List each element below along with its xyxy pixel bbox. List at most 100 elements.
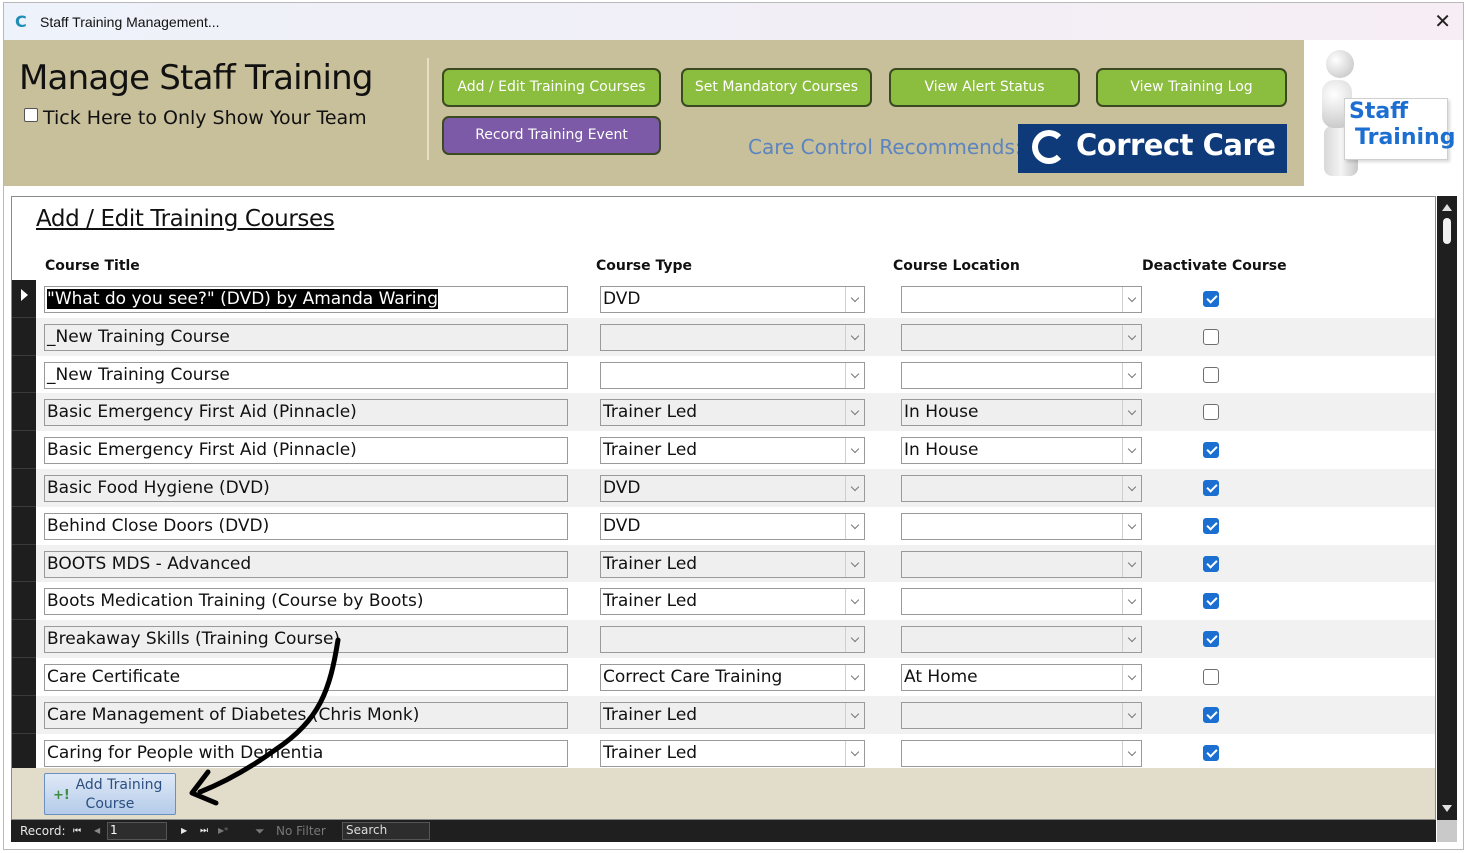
deactivate-checkbox[interactable] (1203, 291, 1219, 307)
record-selector[interactable] (12, 393, 36, 432)
course-title-field[interactable]: Breakaway Skills (Training Course) (44, 626, 568, 654)
course-location-combo[interactable] (901, 361, 1142, 389)
course-title-field[interactable]: _New Training Course (44, 323, 568, 351)
course-type-combo[interactable]: Trainer Led (600, 399, 865, 427)
record-selector[interactable] (12, 695, 36, 734)
course-type-combo[interactable]: DVD (600, 286, 865, 313)
course-title-field[interactable]: Basic Emergency First Aid (Pinnacle) (44, 437, 568, 465)
deactivate-checkbox[interactable] (1203, 404, 1219, 421)
course-type-combo[interactable]: Trainer Led (600, 701, 865, 729)
deactivate-checkbox[interactable] (1203, 631, 1219, 648)
record-selector[interactable] (12, 280, 36, 318)
course-title-field[interactable]: "What do you see?" (DVD) by Amanda Warin… (44, 286, 568, 313)
course-location-combo[interactable] (901, 739, 1142, 767)
course-title-field[interactable]: BOOTS MDS - Advanced (44, 550, 568, 578)
filter-icon[interactable]: ⏷ (255, 824, 265, 839)
search-input[interactable]: Search (342, 822, 430, 840)
chevron-down-icon[interactable] (845, 362, 864, 388)
deactivate-checkbox[interactable] (1203, 442, 1219, 459)
course-type-combo[interactable]: Trainer Led (600, 739, 865, 767)
course-type-combo[interactable]: Correct Care Training (600, 663, 865, 691)
scroll-thumb[interactable] (1443, 218, 1451, 244)
record-selector[interactable] (12, 544, 36, 583)
chevron-down-icon[interactable] (1122, 740, 1141, 766)
deactivate-checkbox[interactable] (1203, 517, 1219, 534)
close-icon[interactable]: ✕ (1434, 9, 1451, 33)
vertical-scrollbar[interactable] (1437, 196, 1457, 820)
course-type-combo[interactable] (600, 626, 865, 654)
course-location-combo[interactable] (901, 626, 1142, 654)
record-number-input[interactable]: 1 (107, 822, 167, 840)
next-record-icon[interactable]: ▶ (181, 826, 187, 835)
course-title-field[interactable]: Care Management of Diabetes (Chris Monk) (44, 701, 568, 729)
course-type-combo[interactable]: DVD (600, 474, 865, 502)
course-location-combo[interactable] (901, 550, 1142, 578)
deactivate-checkbox[interactable] (1203, 479, 1219, 496)
deactivate-checkbox[interactable] (1203, 744, 1219, 761)
chevron-down-icon[interactable] (1122, 702, 1141, 728)
record-selector[interactable] (12, 468, 36, 507)
chevron-down-icon[interactable] (1122, 362, 1141, 388)
course-location-combo[interactable]: In House (901, 399, 1142, 427)
course-title-field[interactable]: Basic Food Hygiene (DVD) (44, 474, 568, 502)
chevron-down-icon[interactable] (845, 438, 864, 464)
chevron-down-icon[interactable] (1122, 475, 1141, 501)
record-selector[interactable] (12, 582, 36, 621)
course-title-field[interactable]: Behind Close Doors (DVD) (44, 512, 568, 540)
record-selector[interactable] (12, 355, 36, 394)
deactivate-checkbox[interactable] (1203, 328, 1219, 345)
course-location-combo[interactable] (901, 512, 1142, 540)
deactivate-checkbox[interactable] (1203, 668, 1219, 685)
course-title-field[interactable]: Boots Medication Training (Course by Boo… (44, 588, 568, 616)
course-type-combo[interactable]: Trainer Led (600, 550, 865, 578)
course-location-combo[interactable] (901, 588, 1142, 616)
set-mandatory-courses-button[interactable]: Set Mandatory Courses (681, 68, 872, 107)
chevron-down-icon[interactable] (1122, 287, 1141, 312)
last-record-icon[interactable]: ⏭ (200, 826, 208, 836)
chevron-down-icon[interactable] (845, 513, 864, 539)
record-selector[interactable] (12, 431, 36, 469)
record-training-event-button[interactable]: Record Training Event (442, 116, 661, 155)
course-type-combo[interactable] (600, 361, 865, 389)
record-selector[interactable] (12, 506, 36, 545)
view-training-log-button[interactable]: View Training Log (1096, 68, 1287, 107)
record-selector[interactable] (12, 620, 36, 658)
chevron-down-icon[interactable] (1122, 589, 1141, 615)
chevron-down-icon[interactable] (1122, 627, 1141, 653)
chevron-down-icon[interactable] (845, 627, 864, 653)
no-filter-label[interactable]: No Filter (276, 824, 326, 838)
add-edit-courses-button[interactable]: Add / Edit Training Courses (442, 68, 661, 107)
chevron-down-icon[interactable] (1122, 551, 1141, 577)
chevron-down-icon[interactable] (845, 740, 864, 766)
chevron-down-icon[interactable] (845, 589, 864, 615)
course-type-combo[interactable]: Trainer Led (600, 588, 865, 616)
chevron-down-icon[interactable] (1122, 400, 1141, 426)
chevron-down-icon[interactable] (845, 400, 864, 426)
add-training-course-button[interactable]: +! Add Training Course (44, 773, 176, 815)
chevron-down-icon[interactable] (1122, 664, 1141, 690)
record-selector[interactable] (12, 733, 36, 772)
chevron-down-icon[interactable] (845, 475, 864, 501)
chevron-down-icon[interactable] (845, 324, 864, 350)
course-location-combo[interactable] (901, 323, 1142, 351)
scroll-down-icon[interactable] (1442, 805, 1452, 812)
team-filter-checkbox[interactable] (24, 108, 38, 122)
course-type-combo[interactable]: Trainer Led (600, 437, 865, 465)
chevron-down-icon[interactable] (845, 664, 864, 690)
prev-record-icon[interactable]: ◀ (94, 826, 100, 835)
record-selector[interactable] (12, 317, 36, 356)
course-location-combo[interactable] (901, 474, 1142, 502)
course-location-combo[interactable]: In House (901, 437, 1142, 465)
course-title-field[interactable]: _New Training Course (44, 361, 568, 389)
chevron-down-icon[interactable] (845, 287, 864, 312)
chevron-down-icon[interactable] (1122, 513, 1141, 539)
course-location-combo[interactable] (901, 701, 1142, 729)
chevron-down-icon[interactable] (1122, 324, 1141, 350)
course-location-combo[interactable]: At Home (901, 663, 1142, 691)
first-record-icon[interactable]: ⏮ (73, 826, 81, 836)
deactivate-checkbox[interactable] (1203, 555, 1219, 572)
chevron-down-icon[interactable] (1122, 438, 1141, 464)
course-location-combo[interactable] (901, 286, 1142, 313)
course-type-combo[interactable] (600, 323, 865, 351)
deactivate-checkbox[interactable] (1203, 366, 1219, 383)
